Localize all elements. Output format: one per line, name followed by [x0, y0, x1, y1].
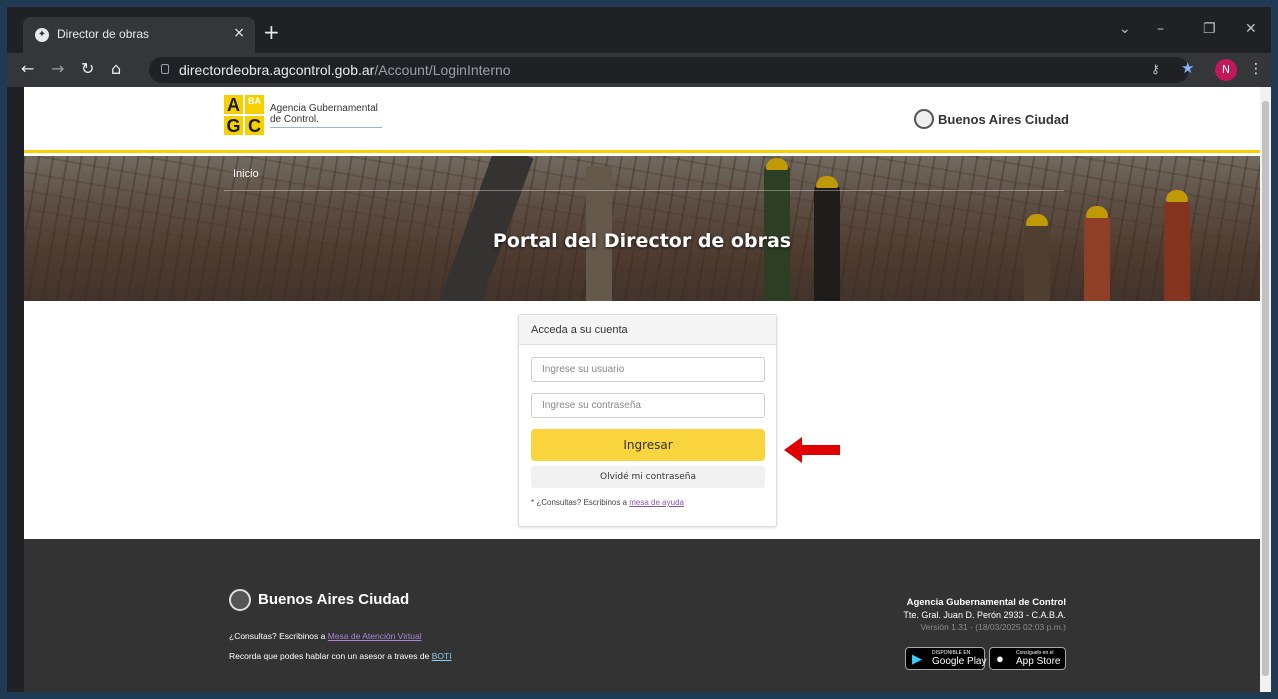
- login-button[interactable]: Ingresar: [531, 429, 765, 461]
- app-store-text: App Store: [1016, 656, 1061, 667]
- bookmark-star-icon[interactable]: ★: [1181, 59, 1194, 77]
- red-arrow-icon: [784, 437, 840, 463]
- browser-tab[interactable]: ✦ Director de obras ×: [23, 17, 255, 53]
- minimize-icon[interactable]: –: [1157, 21, 1164, 37]
- apple-icon: ●: [996, 651, 1004, 666]
- password-input[interactable]: [531, 393, 765, 418]
- scrollbar-thumb[interactable]: [1262, 101, 1269, 676]
- footer-org-name: Agencia Gubernamental de Control: [906, 597, 1066, 608]
- agc-letter-g: G: [224, 116, 243, 136]
- agc-letter-ba: BA: [245, 95, 264, 114]
- virtual-help-link[interactable]: Mesa de Atención Virtual: [328, 631, 422, 641]
- lock-icon: [161, 64, 169, 74]
- login-card-title: Acceda a su cuenta: [531, 324, 628, 336]
- login-card: Acceda a su cuenta Ingresar Olvidé mi co…: [518, 314, 777, 527]
- restore-icon[interactable]: ❐: [1203, 21, 1216, 37]
- hero-overlay: [24, 156, 1260, 301]
- google-play-icon: ▶: [912, 651, 922, 666]
- browser-toolbar: ← → ↻ ⌂ directordeobra.agcontrol.gob.ar/…: [7, 53, 1271, 87]
- back-arrow-icon[interactable]: ←: [21, 60, 34, 78]
- kebab-menu-icon[interactable]: ⋮: [1249, 61, 1263, 77]
- new-tab-button[interactable]: +: [263, 22, 280, 42]
- site-header: A BA G C Agencia Gubernamental de Contro…: [24, 87, 1260, 153]
- site-footer: Buenos Aires Ciudad ¿Consultas? Escribin…: [24, 539, 1260, 692]
- hero-nav-divider: [224, 190, 1064, 191]
- profile-avatar[interactable]: N: [1215, 59, 1237, 81]
- footer-boti-line: Recorda que podes hablar con un asesor a…: [229, 651, 452, 661]
- home-icon[interactable]: ⌂: [111, 60, 121, 78]
- hero-banner: Inicio Portal del Director de obras: [24, 156, 1260, 301]
- app-store-badge[interactable]: ● Consíguelo en el App Store: [989, 647, 1066, 670]
- footer-consult-prefix: ¿Consultas? Escribinos a: [229, 631, 328, 641]
- google-play-badge[interactable]: ▶ DISPONIBLE EN Google Play: [905, 647, 987, 670]
- app-version: Versión 1.31 - (18/03/2025 02:03 p.m.): [920, 622, 1066, 632]
- globe-icon: ✦: [35, 28, 49, 42]
- ba-seal-icon: [229, 589, 251, 611]
- forward-arrow-icon[interactable]: →: [51, 60, 64, 78]
- footer-brand[interactable]: Buenos Aires Ciudad: [258, 591, 409, 608]
- agc-logo[interactable]: A BA G C: [224, 95, 264, 137]
- vertical-scrollbar[interactable]: [1260, 87, 1271, 692]
- close-window-icon[interactable]: ✕: [1245, 21, 1257, 37]
- page-title: Portal del Director de obras: [492, 230, 792, 252]
- footer-consult-line: ¿Consultas? Escribinos a Mesa de Atenció…: [229, 631, 422, 641]
- url-path: /Account/LoginInterno: [374, 62, 511, 78]
- address-bar[interactable]: directordeobra.agcontrol.gob.ar/Account/…: [149, 57, 1189, 83]
- ba-seal-icon: [914, 109, 934, 129]
- tab-strip: ✦ Director de obras × + ⌄ – ❐ ✕: [7, 7, 1271, 53]
- nav-link-inicio[interactable]: Inicio: [233, 168, 259, 180]
- agc-underline: [270, 127, 382, 128]
- footer-address: Tte. Gral. Juan D. Perón 2933 - C.A.B.A.: [903, 610, 1066, 620]
- google-play-text: Google Play: [932, 656, 987, 667]
- forgot-password-button[interactable]: Olvidé mi contraseña: [531, 466, 765, 488]
- tab-title: Director de obras: [57, 27, 150, 41]
- browser-window: ✦ Director de obras × + ⌄ – ❐ ✕ ← → ↻ ⌂ …: [7, 7, 1271, 692]
- agc-letter-c: C: [245, 116, 264, 136]
- boti-link[interactable]: BOTI: [432, 651, 452, 661]
- footer-org-info: Agencia Gubernamental de Control Tte. Gr…: [784, 597, 1066, 632]
- login-card-header: Acceda a su cuenta: [519, 315, 776, 345]
- tab-search-icon[interactable]: ⌄: [1119, 21, 1131, 37]
- agc-letter-a: A: [224, 95, 243, 115]
- reload-icon[interactable]: ↻: [81, 60, 94, 78]
- tab-close-icon[interactable]: ×: [233, 25, 245, 41]
- help-prefix: * ¿Consultas? Escribinos a: [531, 498, 630, 507]
- ba-brand: Buenos Aires Ciudad: [938, 112, 1069, 127]
- help-text: * ¿Consultas? Escribinos a mesa de ayuda: [531, 498, 684, 507]
- page-viewport: A BA G C Agencia Gubernamental de Contro…: [24, 87, 1260, 692]
- key-icon[interactable]: ⚷: [1151, 62, 1160, 76]
- username-input[interactable]: [531, 357, 765, 382]
- agc-name: Agencia Gubernamental de Control.: [270, 103, 410, 125]
- help-desk-link[interactable]: mesa de ayuda: [629, 498, 684, 507]
- agc-name-line2: de Control.: [270, 114, 319, 125]
- footer-boti-prefix: Recorda que podes hablar con un asesor a…: [229, 651, 432, 661]
- url-domain: directordeobra.agcontrol.gob.ar: [179, 62, 375, 78]
- url-text[interactable]: directordeobra.agcontrol.gob.ar/Account/…: [179, 62, 511, 78]
- agc-name-line1: Agencia Gubernamental: [270, 103, 378, 114]
